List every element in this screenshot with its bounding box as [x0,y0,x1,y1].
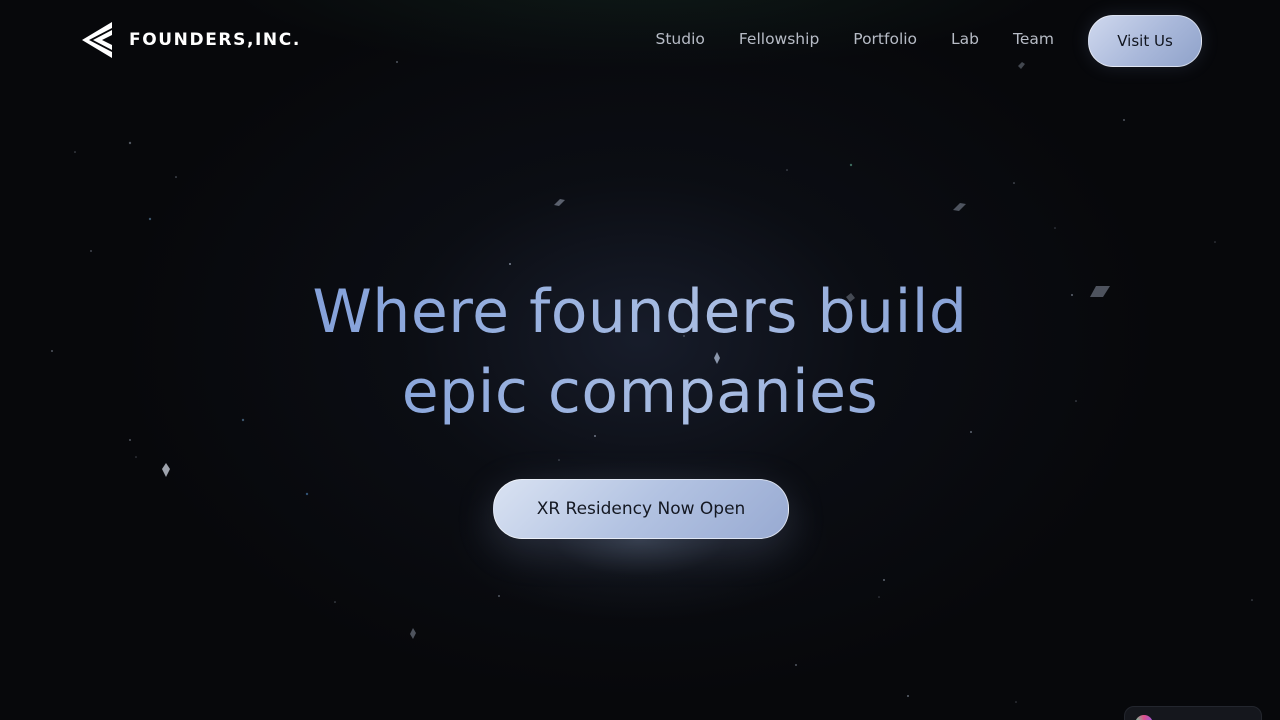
nav-item-studio[interactable]: Studio [655,28,704,50]
gradient-orb-icon [1135,715,1153,720]
founders-chevron-logo-icon [82,22,112,58]
logo-link[interactable]: FOUNDERS,INC. [80,22,301,58]
nav-item-portfolio[interactable]: Portfolio [853,28,917,50]
nav-item-team[interactable]: Team [1013,28,1054,50]
cta-glow [440,440,840,640]
site-header: FOUNDERS,INC. Studio Fellowship Portfoli… [0,0,1280,80]
main-nav: Studio Fellowship Portfolio Lab Team [621,28,1054,50]
xr-residency-button[interactable]: XR Residency Now Open [493,479,789,539]
hero-heading: Where founders build epic companies [0,272,1280,432]
nav-item-lab[interactable]: Lab [951,28,979,50]
logo-wordmark: FOUNDERS,INC. [129,30,301,50]
nav-item-fellowship[interactable]: Fellowship [739,28,819,50]
hero-heading-line-1: Where founders build [312,277,968,347]
hero-heading-line-2: epic companies [401,357,879,427]
visit-us-button[interactable]: Visit Us [1088,15,1202,67]
corner-widget[interactable] [1124,706,1262,720]
landing-page: FOUNDERS,INC. Studio Fellowship Portfoli… [0,0,1280,720]
